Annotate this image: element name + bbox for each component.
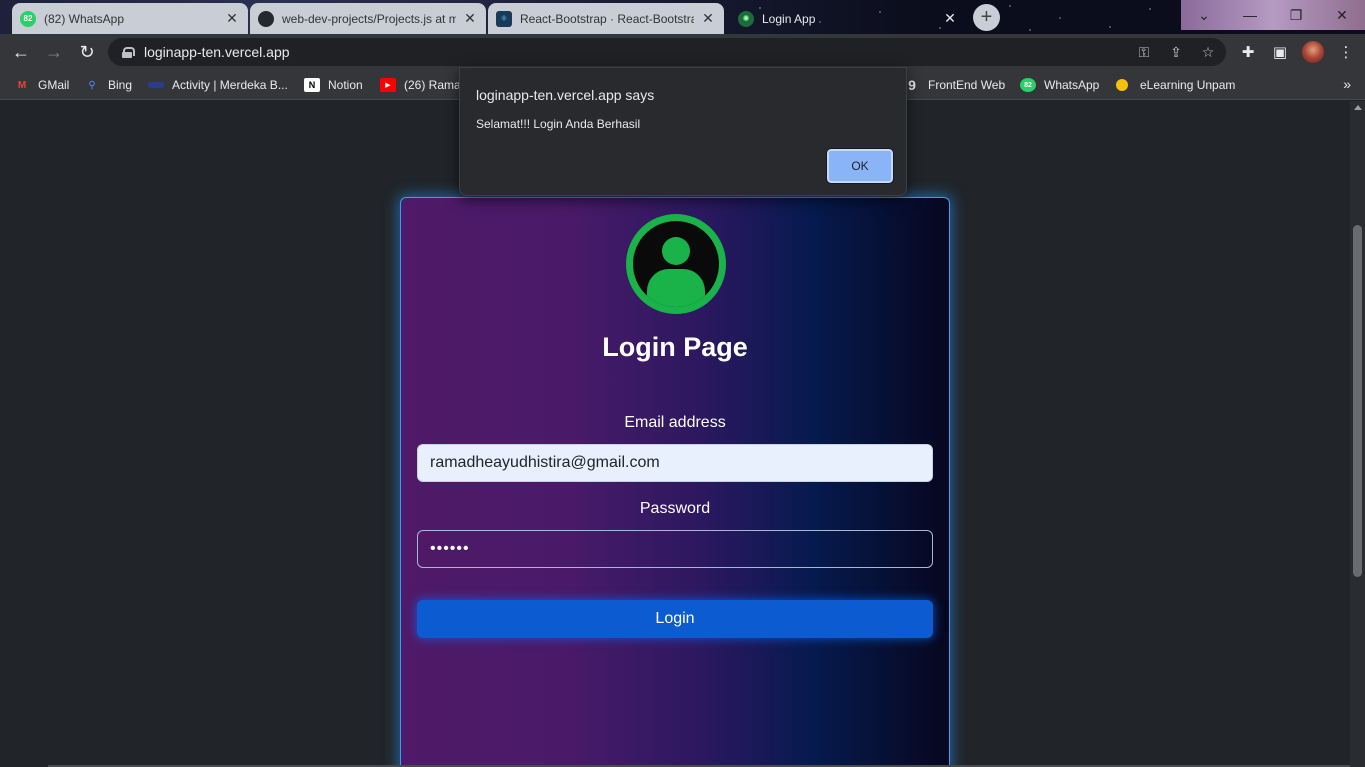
page-scrollbar[interactable]: [1350, 101, 1365, 767]
new-tab-button[interactable]: +: [973, 4, 1000, 31]
avatar[interactable]: [1302, 41, 1324, 63]
bookmark-label: Activity | Merdeka B...: [172, 78, 288, 92]
avatar-inner: [633, 221, 719, 307]
bookmark-whatsapp[interactable]: 82 WhatsApp: [1020, 76, 1099, 94]
bookmark-gmail[interactable]: M GMail: [14, 76, 70, 94]
star-icon[interactable]: ☆: [1198, 42, 1218, 62]
notion-icon: N: [304, 78, 320, 92]
merdeka-icon: [148, 82, 164, 88]
tab-label: Login App: [762, 11, 816, 26]
react-bootstrap-icon: ⚛: [496, 10, 512, 27]
extensions-icon[interactable]: ✚: [1236, 40, 1260, 64]
tab-label: web-dev-projects/Projects.js at m: [282, 11, 456, 26]
scroll-up-arrow-icon[interactable]: [1353, 105, 1362, 110]
avatar-head: [662, 237, 690, 265]
dialog-title: loginapp-ten.vercel.app says: [476, 87, 655, 103]
tab-login-app[interactable]: ✺ Login App ✕: [730, 3, 966, 34]
bookmark-label: WhatsApp: [1044, 78, 1100, 92]
youtube-icon: ▶: [380, 78, 396, 92]
reload-icon[interactable]: ↻: [75, 40, 99, 64]
bookmark-youtube[interactable]: ▶ (26) Rama: [380, 76, 461, 94]
tab-github[interactable]: web-dev-projects/Projects.js at m ✕: [250, 3, 486, 34]
back-arrow-icon[interactable]: ←: [9, 40, 33, 64]
elearning-icon: [1116, 79, 1128, 91]
browser-tab-strip: 82 (82) WhatsApp ✕ web-dev-projects/Proj…: [0, 0, 1365, 34]
menu-kebab-icon[interactable]: ⋮: [1334, 40, 1358, 64]
bookmark-notion[interactable]: N Notion: [304, 76, 363, 94]
email-field[interactable]: ramadheayudhistira@gmail.com: [417, 444, 933, 482]
bookmark-label: (26) Rama: [404, 78, 461, 92]
avatar-body: [647, 269, 705, 307]
ok-button[interactable]: OK: [826, 148, 894, 184]
close-window-button[interactable]: ✕: [1319, 0, 1365, 30]
tab-label: (82) WhatsApp: [44, 11, 125, 26]
gmail-icon: M: [17, 79, 27, 91]
github-icon: [258, 10, 274, 27]
scrollbar-thumb[interactable]: [1353, 225, 1362, 577]
close-icon[interactable]: ✕: [224, 10, 240, 27]
bookmark-label: Bing: [108, 78, 133, 92]
page-viewport: Login Page Email address ramadheayudhist…: [0, 101, 1350, 767]
minimize-button[interactable]: —: [1227, 0, 1273, 30]
password-label: Password: [639, 500, 711, 517]
key-icon[interactable]: ⚿: [1134, 42, 1154, 62]
login-card: Login Page Email address ramadheayudhist…: [400, 197, 950, 767]
window-controls: ⌄ — ❐ ✕: [1181, 0, 1365, 30]
url-text: loginapp-ten.vercel.app: [144, 44, 290, 60]
password-field[interactable]: ••••••: [417, 530, 933, 568]
whatsapp-icon: 82: [1020, 78, 1036, 92]
globe-icon: ✺: [738, 10, 754, 27]
browser-toolbar: ← → ↻ loginapp-ten.vercel.app ⚿ ⇪ ☆ ✚ ▣ …: [0, 34, 1365, 70]
bookmark-frontend[interactable]: 9 FrontEnd Web: [904, 76, 1005, 94]
bookmark-label: Notion: [328, 78, 363, 92]
restore-button[interactable]: ❐: [1273, 0, 1319, 30]
tab-search-button[interactable]: ⌄: [1181, 0, 1227, 30]
bookmark-elearning[interactable]: eLearning Unpam: [1116, 76, 1235, 94]
whatsapp-icon: 82: [20, 10, 36, 27]
dialog-message: Selamat!!! Login Anda Berhasil: [476, 117, 641, 131]
close-icon[interactable]: ✕: [942, 10, 958, 27]
close-icon[interactable]: ✕: [462, 10, 478, 27]
bookmarks-overflow-icon[interactable]: »: [1343, 76, 1351, 92]
login-button[interactable]: Login: [417, 600, 933, 638]
tab-react-bootstrap[interactable]: ⚛ React-Bootstrap · React-Bootstra ✕: [488, 3, 724, 34]
email-label: Email address: [624, 414, 726, 431]
bookmark-merdeka[interactable]: Activity | Merdeka B...: [148, 76, 288, 94]
bookmark-label: GMail: [38, 78, 70, 92]
tab-whatsapp[interactable]: 82 (82) WhatsApp ✕: [12, 3, 248, 34]
forward-arrow-icon[interactable]: →: [42, 40, 66, 64]
bookmark-label: FrontEnd Web: [928, 78, 1006, 92]
share-icon[interactable]: ⇪: [1166, 42, 1186, 62]
page-title: Login Page: [602, 332, 748, 362]
bookmark-bing[interactable]: ⚲ Bing: [84, 76, 132, 94]
bing-search-icon: ⚲: [88, 79, 96, 91]
close-icon[interactable]: ✕: [700, 10, 716, 27]
side-panel-icon[interactable]: ▣: [1268, 40, 1292, 64]
alert-dialog: loginapp-ten.vercel.app says Selamat!!! …: [459, 67, 907, 196]
tab-label: React-Bootstrap · React-Bootstra: [520, 11, 694, 26]
user-avatar-icon: [626, 214, 726, 314]
address-bar[interactable]: loginapp-ten.vercel.app ⚿ ⇪ ☆: [108, 38, 1226, 66]
bookmark-label: eLearning Unpam: [1140, 78, 1236, 92]
lock-icon[interactable]: [122, 46, 135, 58]
